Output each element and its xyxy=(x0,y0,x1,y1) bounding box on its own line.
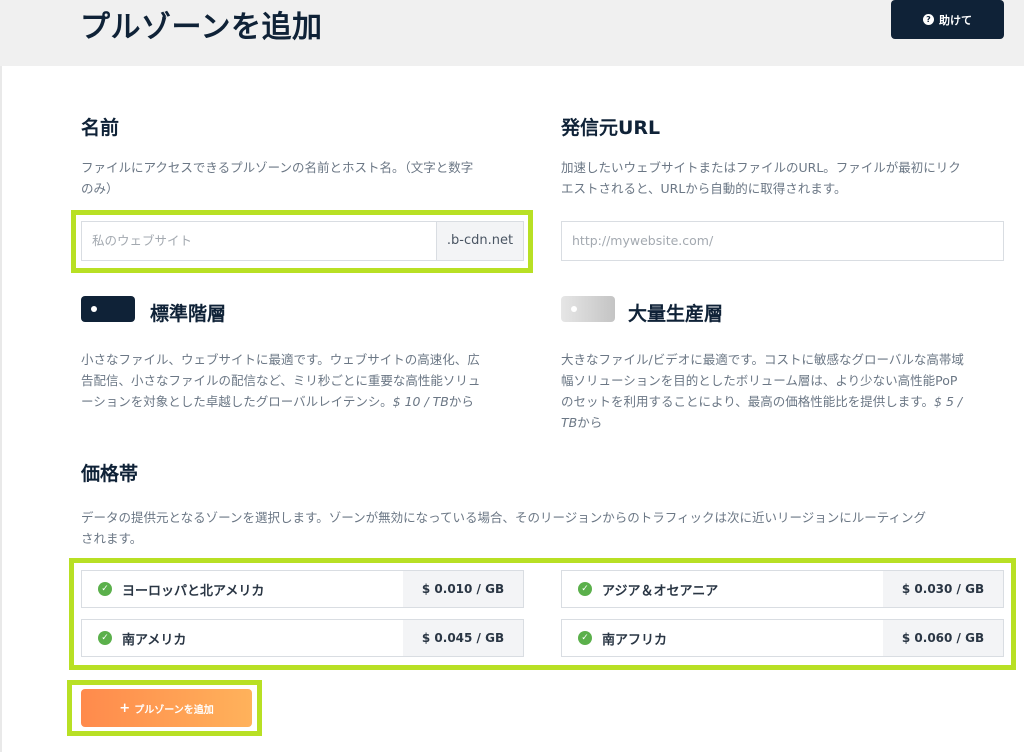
region-asia-oceania[interactable]: ✓ アジア＆オセアニア $ 0.030 / GB xyxy=(561,570,1004,608)
check-icon: ✓ xyxy=(578,582,592,596)
name-description-line1: ファイルにアクセスできるプルゾーンの名前とホスト名。（文字と数字 xyxy=(81,160,474,175)
region-price: $ 0.030 / GB xyxy=(883,571,1003,607)
standard-tier-toggle[interactable] xyxy=(81,296,135,322)
region-south-africa[interactable]: ✓ 南アフリカ $ 0.060 / GB xyxy=(561,619,1004,657)
toggle-knob xyxy=(571,306,577,312)
region-south-america[interactable]: ✓ 南アメリカ $ 0.045 / GB xyxy=(81,619,524,657)
name-heading: 名前 xyxy=(81,117,120,139)
pricing-description-line2: されます。 xyxy=(81,531,143,546)
volume-tier-line4: TBから xyxy=(561,412,602,433)
toggle-knob xyxy=(91,306,97,312)
region-europe-north-america[interactable]: ✓ ヨーロッパと北アメリカ $ 0.010 / GB xyxy=(81,570,524,608)
volume-tier-line1: 大きなファイル/ビデオに最適です。コストに敏感なグローバルな高帯域 xyxy=(561,352,964,367)
standard-tier-title: 標準階層 xyxy=(150,303,227,325)
origin-url-heading: 発信元URL xyxy=(561,117,661,139)
standard-tier-from: から xyxy=(448,394,474,409)
name-input[interactable]: 私のウェブサイト .b-cdn.net xyxy=(81,221,524,261)
name-description-line2: のみ） xyxy=(81,181,119,196)
origin-url-input[interactable]: http://mywebsite.com/ xyxy=(561,221,1004,261)
origin-description-line2: エストされると、URLから自動的に取得されます。 xyxy=(561,181,847,196)
check-icon: ✓ xyxy=(98,582,112,596)
check-icon: ✓ xyxy=(98,631,112,645)
volume-tier-line2: 幅ソリューションを目的としたボリューム層は、より少ない高性能PoP xyxy=(561,373,958,388)
region-name: ヨーロッパと北アメリカ xyxy=(122,583,265,599)
region-price: $ 0.010 / GB xyxy=(403,571,523,607)
add-pull-zone-button[interactable]: + プルゾーンを追加 xyxy=(81,689,252,727)
check-icon: ✓ xyxy=(578,631,592,645)
name-input-placeholder[interactable]: 私のウェブサイト xyxy=(82,222,436,260)
volume-tier-line3: のセットを利用することにより、最高の価格性能比を提供します。$ 5 / xyxy=(561,391,962,412)
standard-tier-price: $ 10 / TB xyxy=(392,394,449,409)
region-price: $ 0.060 / GB xyxy=(883,620,1003,656)
region-name: 南アフリカ xyxy=(602,632,668,648)
region-name: 南アメリカ xyxy=(122,632,187,648)
question-icon: ? xyxy=(923,14,934,25)
volume-tier-price-part2: TB xyxy=(561,415,578,430)
volume-tier-toggle[interactable] xyxy=(561,296,615,322)
region-price: $ 0.045 / GB xyxy=(403,620,523,656)
left-edge xyxy=(0,66,2,752)
volume-tier-title: 大量生産層 xyxy=(628,303,724,325)
page-title: プルゾーンを追加 xyxy=(80,10,323,45)
volume-tier-price-part1: $ 5 / xyxy=(934,394,963,409)
help-button-label: 助けて xyxy=(939,13,972,27)
help-button[interactable]: ? 助けて xyxy=(891,0,1004,39)
pricing-heading: 価格帯 xyxy=(81,463,139,485)
volume-tier-from: から xyxy=(577,415,603,430)
standard-tier-line1: 小さなファイル、ウェブサイトに最適です。ウェブサイトの高速化、広 xyxy=(81,352,480,367)
origin-description-line1: 加速したいウェブサイトまたはファイルのURL。ファイルが最初にリク xyxy=(561,160,961,175)
hostname-suffix: .b-cdn.net xyxy=(436,222,523,260)
add-pull-zone-label: プルゾーンを追加 xyxy=(134,704,214,716)
standard-tier-line3: ーションを対象とした卓越したグローバルレイテンシ。$ 10 / TBから xyxy=(81,391,474,412)
standard-tier-line2: 告配信、小さなファイルの配信など、ミリ秒ごとに重要な高性能ソリュ xyxy=(81,373,481,388)
pricing-description-line1: データの提供元となるゾーンを選択します。ゾーンが無効になっている場合、そのリージ… xyxy=(81,510,927,525)
region-name: アジア＆オセアニア xyxy=(602,583,719,599)
volume-tier-line3-text: のセットを利用することにより、最高の価格性能比を提供します。 xyxy=(561,394,935,409)
standard-tier-line3-text: ーションを対象とした卓越したグローバルレイテンシ。 xyxy=(81,394,393,409)
plus-icon: + xyxy=(119,700,131,716)
